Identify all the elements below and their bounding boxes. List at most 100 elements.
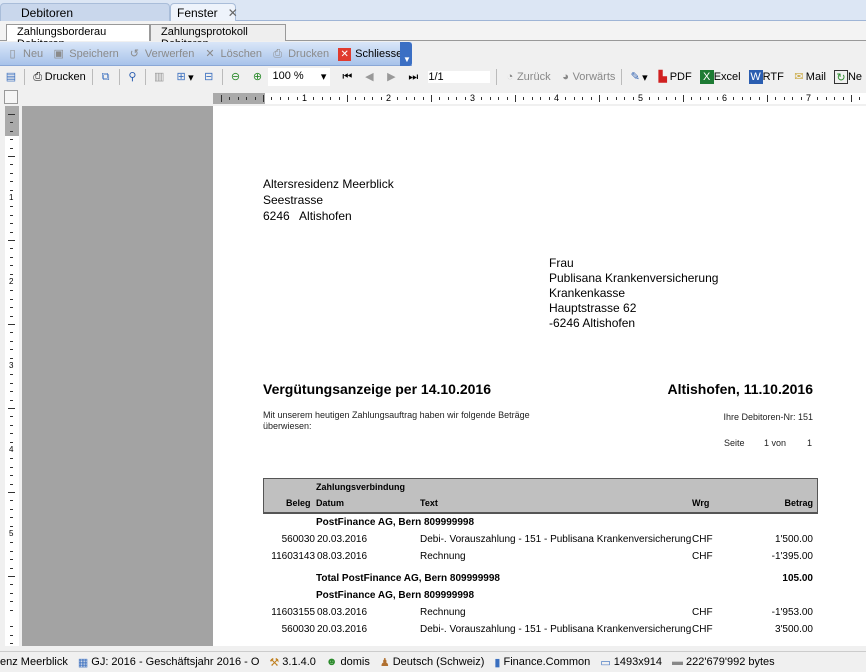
ruler-tick — [296, 97, 298, 100]
cell-text: Debi-. Vorauszahlung - 151 - Publisana K… — [420, 624, 692, 635]
save-button[interactable]: ▣ Speichern — [52, 42, 119, 66]
ruler-tick — [372, 97, 374, 100]
ruler-tick — [10, 231, 13, 233]
ruler-tick — [741, 97, 743, 100]
prev-page-button[interactable]: ◀ — [362, 70, 376, 84]
cell-text: Debi-. Vorauszahlung - 151 - Publisana K… — [420, 534, 692, 545]
zoom-in-button[interactable]: ⊕ — [250, 70, 264, 84]
toolbar-overflow-button[interactable]: ▼ — [400, 42, 412, 66]
status-module: ▮ Finance.Common — [494, 656, 590, 669]
table-row: 11603143 08.03.2016 Rechnung CHF -1'395.… — [213, 551, 866, 565]
ruler-tick — [10, 508, 13, 510]
tab-fenster[interactable]: Fenster ✕ — [170, 3, 238, 21]
mail-button[interactable]: ✉ Mail — [792, 70, 826, 84]
tab-zahlungsprotokoll[interactable]: Zahlungsprotokoll Debitoren — [150, 24, 286, 50]
ruler-tick — [8, 408, 15, 409]
multi-page-button[interactable]: ⊞ ▾ — [174, 70, 194, 84]
ruler-tick — [657, 97, 659, 100]
zoom-select[interactable]: 100 % ▾ — [268, 68, 331, 86]
cell-beleg: 560030 — [281, 624, 315, 635]
print-button[interactable]: ⎙ Drucken — [271, 42, 329, 66]
ruler-tick — [10, 315, 13, 317]
forward-button[interactable]: ◕ Vorwärts — [559, 70, 616, 84]
ruler-tick — [431, 95, 432, 102]
ruler-label: 5 — [9, 529, 14, 538]
address-line: Krankenkasse — [549, 286, 626, 300]
disk-icon: ▬ — [672, 656, 684, 668]
address-line: Seestrasse — [263, 193, 324, 207]
ruler-tick — [263, 95, 264, 102]
cell-wrg: CHF — [692, 551, 713, 562]
discard-icon: ↺ — [129, 47, 139, 60]
ruler-tick — [10, 483, 13, 485]
cell-wrg: CHF — [692, 624, 713, 635]
page-number: 1 von — [764, 438, 787, 448]
page-setup-button[interactable]: ▥ — [152, 70, 166, 84]
next-page-button[interactable]: ▶ — [384, 70, 398, 84]
status-memory: ▬ 222'679'992 bytes — [672, 656, 775, 668]
ruler-tick — [10, 542, 13, 544]
page-value: 1/1 — [428, 71, 444, 83]
find-button[interactable]: ⚲ — [125, 70, 139, 84]
ruler-tick — [288, 97, 290, 100]
text: 222'679'992 bytes — [686, 656, 775, 668]
pdf-icon: ▙ — [658, 71, 667, 83]
export-excel-button[interactable]: X Excel — [699, 70, 741, 84]
document-map-button[interactable]: ▤ — [4, 70, 18, 84]
label: Vorwärts — [572, 71, 616, 83]
ruler-tick — [10, 273, 13, 275]
cell-betrag: 1'500.00 — [774, 534, 813, 545]
refresh-icon: ↻ — [833, 70, 848, 84]
new-button[interactable]: ▯ Neu — [6, 42, 43, 66]
address-line: Publisana Krankenversicherung — [549, 271, 719, 285]
export-rtf-button[interactable]: W RTF — [748, 70, 784, 84]
ruler-tick — [523, 97, 525, 100]
ruler-tick — [10, 223, 13, 225]
ruler-tick — [498, 97, 500, 100]
refresh-button[interactable]: ↻ Ne — [833, 70, 862, 84]
zoom-out-button[interactable]: ⊖ — [228, 70, 242, 84]
discard-button[interactable]: ↺ Verwerfen — [128, 42, 195, 66]
last-page-button[interactable]: ⏭ — [406, 70, 420, 84]
ruler-tick — [439, 97, 441, 100]
address-line: 6246 Altishofen — [263, 209, 352, 223]
preview-toolbar: ▤ ⎙ Drucken ⧉ ⚲ ▥ ⊞ ▾ ⊟ ⊖ ⊕ 100 % ▾ ⏮ ◀ ▶ ⏭… — [0, 66, 866, 88]
close-icon[interactable]: ✕ — [228, 6, 238, 20]
ruler-tick — [10, 349, 13, 351]
recipient-address: Frau Publisana Krankenversicherung Krank… — [549, 256, 718, 331]
close-button[interactable]: ✕ Schliessen — [338, 42, 408, 66]
ruler-tick — [10, 290, 13, 292]
ruler-tick — [683, 95, 684, 102]
ruler-tick — [825, 97, 827, 100]
label: PDF — [669, 71, 692, 83]
page-width-button[interactable]: ⊟ — [202, 70, 216, 84]
delete-button[interactable]: ✕ Löschen — [203, 42, 262, 66]
ruler-tick — [10, 382, 13, 384]
copy-button[interactable]: ⧉ — [99, 70, 113, 84]
tab-debitoren-rueckzahlungen[interactable]: Debitoren Rückzahlungen✕ — [0, 3, 170, 34]
preview-print-button[interactable]: ⎙ Drucken — [31, 70, 85, 84]
ruler-tick — [10, 307, 13, 309]
binoculars-icon: ⚲ — [128, 71, 137, 83]
vertical-ruler: 1 2 3 4 5 — [5, 106, 19, 646]
highlight-button[interactable]: ✎ ▾ — [628, 70, 648, 84]
page-indicator[interactable]: 1/1 — [428, 71, 491, 83]
tab-zahlungsborderau[interactable]: Zahlungsborderau Debitoren — [6, 24, 150, 50]
total-label: Total PostFinance AG, Bern 809999998 — [316, 573, 500, 584]
ruler-tick — [750, 97, 752, 100]
back-button[interactable]: ◔ Zurück — [503, 70, 551, 84]
export-pdf-button[interactable]: ▙ PDF — [656, 70, 692, 84]
text: Finance.Common — [503, 656, 591, 668]
chevron-down-icon: ▾ — [320, 71, 327, 83]
printer-icon: ⎙ — [273, 47, 283, 60]
ruler-tick — [10, 584, 13, 586]
ruler-label: 6 — [722, 93, 728, 103]
cell-wrg: CHF — [692, 607, 713, 618]
cell-beleg: 11603155 — [271, 607, 315, 618]
ruler-tick — [10, 332, 13, 334]
ruler-tick — [10, 525, 13, 527]
ruler-tick — [405, 97, 407, 100]
cell-wrg: CHF — [692, 534, 713, 545]
ruler-tick — [10, 559, 13, 561]
first-page-button[interactable]: ⏮ — [340, 70, 354, 84]
